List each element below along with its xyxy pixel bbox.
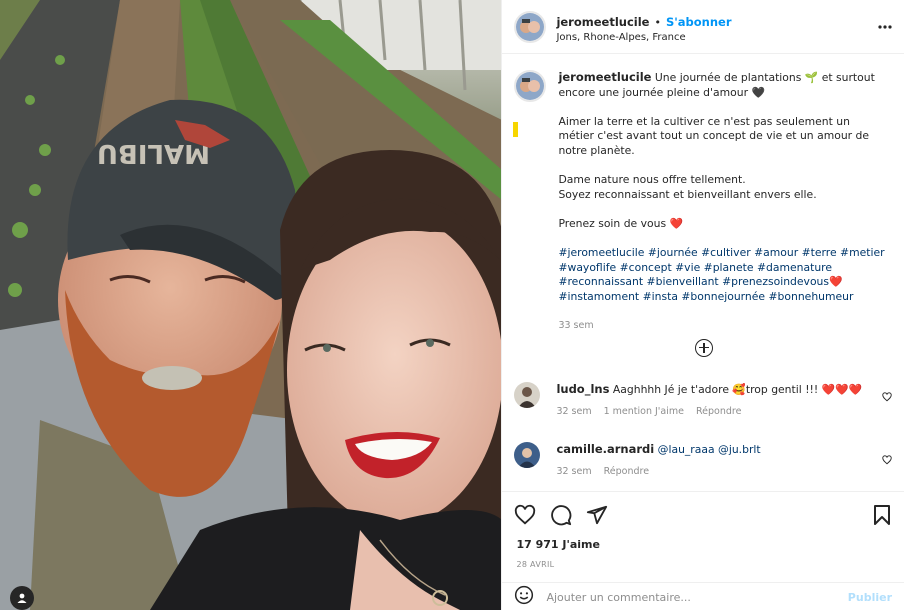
save-button[interactable] [872, 504, 892, 526]
comment-likes[interactable]: 1 mention J'aime [604, 406, 684, 417]
comment-time[interactable]: 32 sem [556, 466, 591, 477]
heart-outline-icon [882, 455, 892, 465]
post-actions: 17 971 J'aime 28 AVRIL Publier [502, 491, 904, 611]
load-more-comments-button[interactable] [695, 339, 714, 357]
post-side-panel: jeromeetlucile • S'abonner Jons, Rhone-Alp… [501, 0, 904, 610]
like-comment-button[interactable] [882, 387, 892, 406]
caption-para2: Aimer la terre et la cultiver ce n'est p… [558, 114, 870, 157]
caption-author-avatar[interactable] [514, 70, 547, 102]
comment-item: ludo_lns Aaghhhh Jé je t'adore 🥰trop gen… [514, 382, 892, 417]
comment-text: Aaghhhh Jé je t'adore 🥰trop gentil !!! ❤… [612, 383, 862, 396]
like-comment-button[interactable] [882, 450, 892, 469]
post-header: jeromeetlucile • S'abonner Jons, Rhone-Alp… [502, 0, 904, 54]
avatar-image [516, 12, 545, 41]
smiley-icon [515, 585, 534, 605]
yellow-heart-emoji [513, 122, 519, 137]
send-icon [587, 505, 608, 525]
heart-icon [515, 504, 536, 525]
comment-input[interactable] [544, 589, 848, 605]
comment-time[interactable]: 32 sem [556, 406, 591, 417]
commenter-username[interactable]: ludo_lns [556, 382, 609, 396]
caption-para3b: Soyez reconnaissant et bienveillant enve… [558, 187, 817, 201]
commenter-username[interactable]: camille.arnardi [556, 442, 654, 456]
more-options-button[interactable] [878, 14, 892, 33]
reply-button[interactable]: Répondre [604, 466, 649, 477]
caption-text: jeromeetlucile Une journée de plantation… [558, 70, 888, 334]
caption-para3a: Dame nature nous offre tellement. [558, 173, 746, 187]
avatar-image [516, 72, 545, 100]
share-button[interactable] [586, 504, 608, 526]
more-horizontal-icon [878, 25, 892, 29]
caption-username[interactable]: jeromeetlucile [558, 70, 651, 84]
comment-button[interactable] [550, 504, 572, 526]
tagged-user-button[interactable] [10, 586, 34, 610]
comments-section[interactable]: jeromeetlucile Une journée de plantation… [502, 54, 904, 490]
follow-button[interactable]: S'abonner [666, 15, 732, 29]
post-photo[interactable]: MALIBU [0, 0, 502, 610]
commenter-avatar[interactable] [514, 442, 541, 468]
author-info: jeromeetlucile • S'abonner Jons, Rhone-Alp… [556, 11, 731, 43]
bookmark-icon [874, 505, 890, 525]
post-caption: jeromeetlucile Une journée de plantation… [502, 54, 904, 334]
like-button[interactable] [514, 504, 536, 526]
separator-dot: • [654, 15, 661, 29]
avatar-image [514, 442, 541, 468]
comment-text[interactable]: @lau_raaa @ju.brlt [658, 443, 761, 456]
reply-button[interactable]: Répondre [696, 406, 741, 417]
avatar-image [514, 382, 541, 408]
author-username[interactable]: jeromeetlucile [556, 15, 649, 29]
selfie-image: MALIBU [0, 0, 502, 610]
post-date[interactable]: 28 AVRIL [502, 560, 904, 569]
author-avatar[interactable] [514, 10, 547, 43]
caption-para4: Prenez soin de vous ❤️ [558, 216, 683, 230]
instagram-post: MALIBU jeromeetlucile • S'abonner Jons, … [0, 0, 904, 610]
comment-item: camille.arnardi @lau_raaa @ju.brlt 32 se… [514, 442, 892, 477]
caption-time[interactable]: 33 sem [558, 319, 888, 334]
post-location[interactable]: Jons, Rhone-Alpes, France [556, 32, 731, 43]
emoji-button[interactable] [514, 585, 534, 609]
caption-hashtags[interactable]: #jeromeetlucile #journée #cultiver #amou… [558, 246, 888, 304]
action-icons [502, 492, 904, 526]
heart-outline-icon [882, 392, 892, 402]
publish-button[interactable]: Publier [848, 591, 892, 604]
add-comment-bar: Publier [502, 582, 904, 611]
commenter-avatar[interactable] [514, 382, 541, 408]
likes-count[interactable]: 17 971 J'aime [502, 538, 904, 551]
user-icon [17, 593, 27, 603]
comment-icon [551, 505, 572, 526]
